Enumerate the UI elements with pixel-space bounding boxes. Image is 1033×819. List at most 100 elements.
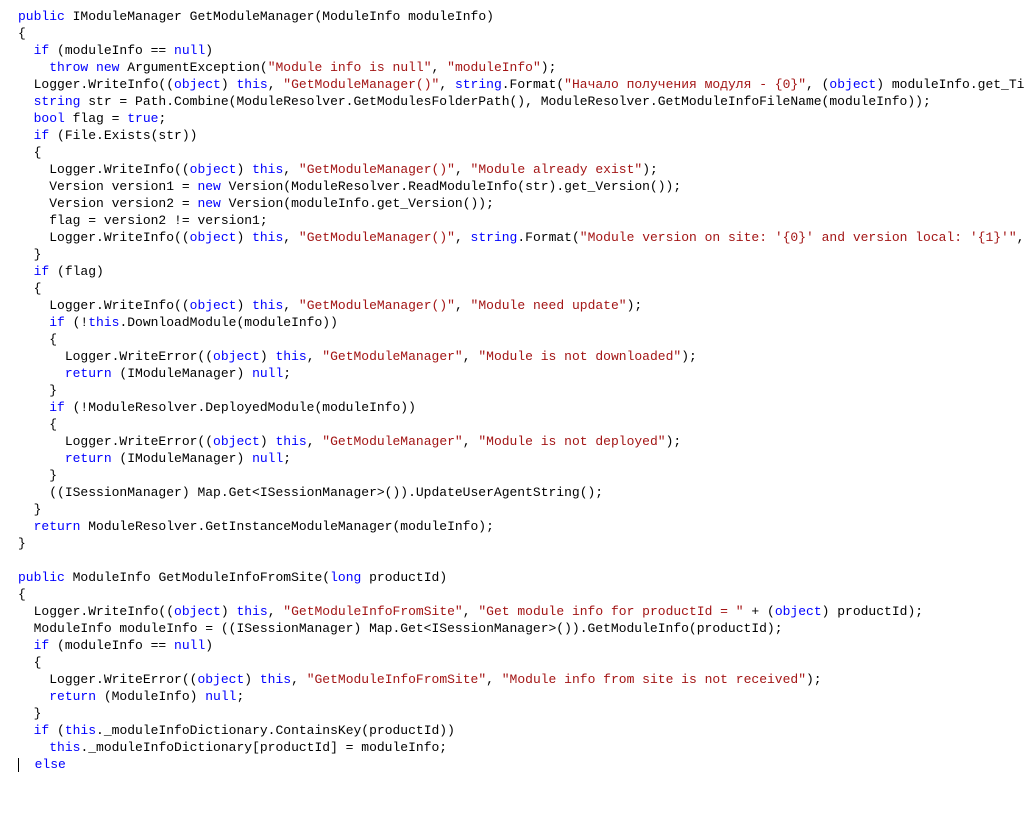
txt: ModuleInfo moduleInfo = ((ISessionManage… xyxy=(34,621,783,636)
txt: ) xyxy=(236,298,252,313)
txt: , xyxy=(455,230,471,245)
kw-string: string xyxy=(455,77,502,92)
txt: ) xyxy=(260,434,276,449)
kw-object: object xyxy=(775,604,822,619)
txt: version2 = xyxy=(104,196,198,211)
kw-null: null xyxy=(174,43,205,58)
txt: .DownloadModule(moduleInfo)) xyxy=(119,315,337,330)
method-name: GetModuleInfoFromSite xyxy=(158,570,322,585)
brace-open: { xyxy=(34,655,42,670)
txt: + ( xyxy=(744,604,775,619)
kw-return: return xyxy=(49,689,96,704)
brace-open: { xyxy=(34,145,42,160)
txt: ) xyxy=(221,77,237,92)
ret-type: IModuleManager xyxy=(73,9,182,24)
txt: ; xyxy=(283,451,291,466)
kw-this: this xyxy=(65,723,96,738)
kw-null: null xyxy=(252,366,283,381)
brace-close: } xyxy=(34,247,42,262)
txt: , xyxy=(283,298,299,313)
txt: ) xyxy=(236,230,252,245)
str: "Module info is null" xyxy=(268,60,432,75)
txt: Logger.WriteInfo(( xyxy=(49,298,189,313)
txt: flag = version2 != version1; xyxy=(49,213,267,228)
kw-this: this xyxy=(275,434,306,449)
txt: Logger.WriteInfo(( xyxy=(49,230,189,245)
txt: ) xyxy=(205,638,213,653)
txt: , xyxy=(268,77,284,92)
kw-this: this xyxy=(252,230,283,245)
kw-if: if xyxy=(34,43,50,58)
txt: ) xyxy=(236,162,252,177)
txt: ); xyxy=(681,349,697,364)
str: "Module is not deployed" xyxy=(478,434,665,449)
kw-this: this xyxy=(252,298,283,313)
txt: ; xyxy=(283,366,291,381)
txt: version1 = xyxy=(104,179,198,194)
txt: (moduleInfo == xyxy=(49,43,174,58)
str: "Get module info for productId = " xyxy=(478,604,743,619)
txt: ) xyxy=(244,672,260,687)
txt: (moduleInfo == xyxy=(49,638,174,653)
str: "Module need update" xyxy=(471,298,627,313)
str: "Начало получения модуля - {0}" xyxy=(564,77,806,92)
kw-null: null xyxy=(174,638,205,653)
str: "GetModuleManager()" xyxy=(299,162,455,177)
kw-this: this xyxy=(49,740,80,755)
str: "GetModuleManager()" xyxy=(299,298,455,313)
kw-public: public xyxy=(18,9,65,24)
kw-if: if xyxy=(34,723,50,738)
txt: ; xyxy=(236,689,244,704)
code-block: public IModuleManager GetModuleManager(M… xyxy=(18,8,1033,773)
txt: ((ISessionManager) Map.Get<ISessionManag… xyxy=(49,485,603,500)
str: "Module is not downloaded" xyxy=(478,349,681,364)
kw-if: if xyxy=(34,128,50,143)
txt: flag = xyxy=(65,111,127,126)
kw-new: new xyxy=(197,179,220,194)
txt: .Format( xyxy=(517,230,579,245)
txt: , xyxy=(1017,230,1025,245)
txt: (flag) xyxy=(49,264,104,279)
txt: , xyxy=(439,77,455,92)
txt: ; xyxy=(158,111,166,126)
str: "Module info from site is not received" xyxy=(502,672,806,687)
kw-object: object xyxy=(174,77,221,92)
txt: , xyxy=(283,162,299,177)
txt: ) xyxy=(221,604,237,619)
txt: ); xyxy=(642,162,658,177)
txt: ) productId); xyxy=(822,604,923,619)
txt: (!ModuleResolver.DeployedModule(moduleIn… xyxy=(65,400,416,415)
txt: (IModuleManager) xyxy=(112,451,252,466)
kw-object: object xyxy=(190,230,237,245)
str: "GetModuleInfoFromSite" xyxy=(307,672,486,687)
txt: (! xyxy=(65,315,88,330)
brace-open: { xyxy=(18,587,26,602)
ty-version: Version xyxy=(49,196,104,211)
txt: ._moduleInfoDictionary.ContainsKey(produ… xyxy=(96,723,455,738)
ty-version: Version xyxy=(49,179,104,194)
brace-close: } xyxy=(34,502,42,517)
kw-new: new xyxy=(96,60,119,75)
kw-long: long xyxy=(330,570,361,585)
txt: ) xyxy=(205,43,213,58)
brace-open: { xyxy=(18,26,26,41)
kw-return: return xyxy=(65,366,112,381)
txt: Logger.WriteInfo(( xyxy=(34,77,174,92)
param-type: ModuleInfo xyxy=(322,9,400,24)
method-name: GetModuleManager xyxy=(190,9,315,24)
kw-this: this xyxy=(252,162,283,177)
kw-if: if xyxy=(34,638,50,653)
txt: Version(ModuleResolver.ReadModuleInfo(st… xyxy=(221,179,681,194)
brace-open: { xyxy=(49,332,57,347)
kw-bool: bool xyxy=(34,111,65,126)
brace-open: { xyxy=(49,417,57,432)
kw-this: this xyxy=(236,77,267,92)
kw-throw: throw xyxy=(49,60,88,75)
kw-object: object xyxy=(174,604,221,619)
brace-close: } xyxy=(34,706,42,721)
kw-null: null xyxy=(205,689,236,704)
kw-else: else xyxy=(35,757,66,772)
txt: , xyxy=(283,230,299,245)
txt: Version(moduleInfo.get_Version()); xyxy=(221,196,494,211)
str: "GetModuleManager" xyxy=(322,349,462,364)
